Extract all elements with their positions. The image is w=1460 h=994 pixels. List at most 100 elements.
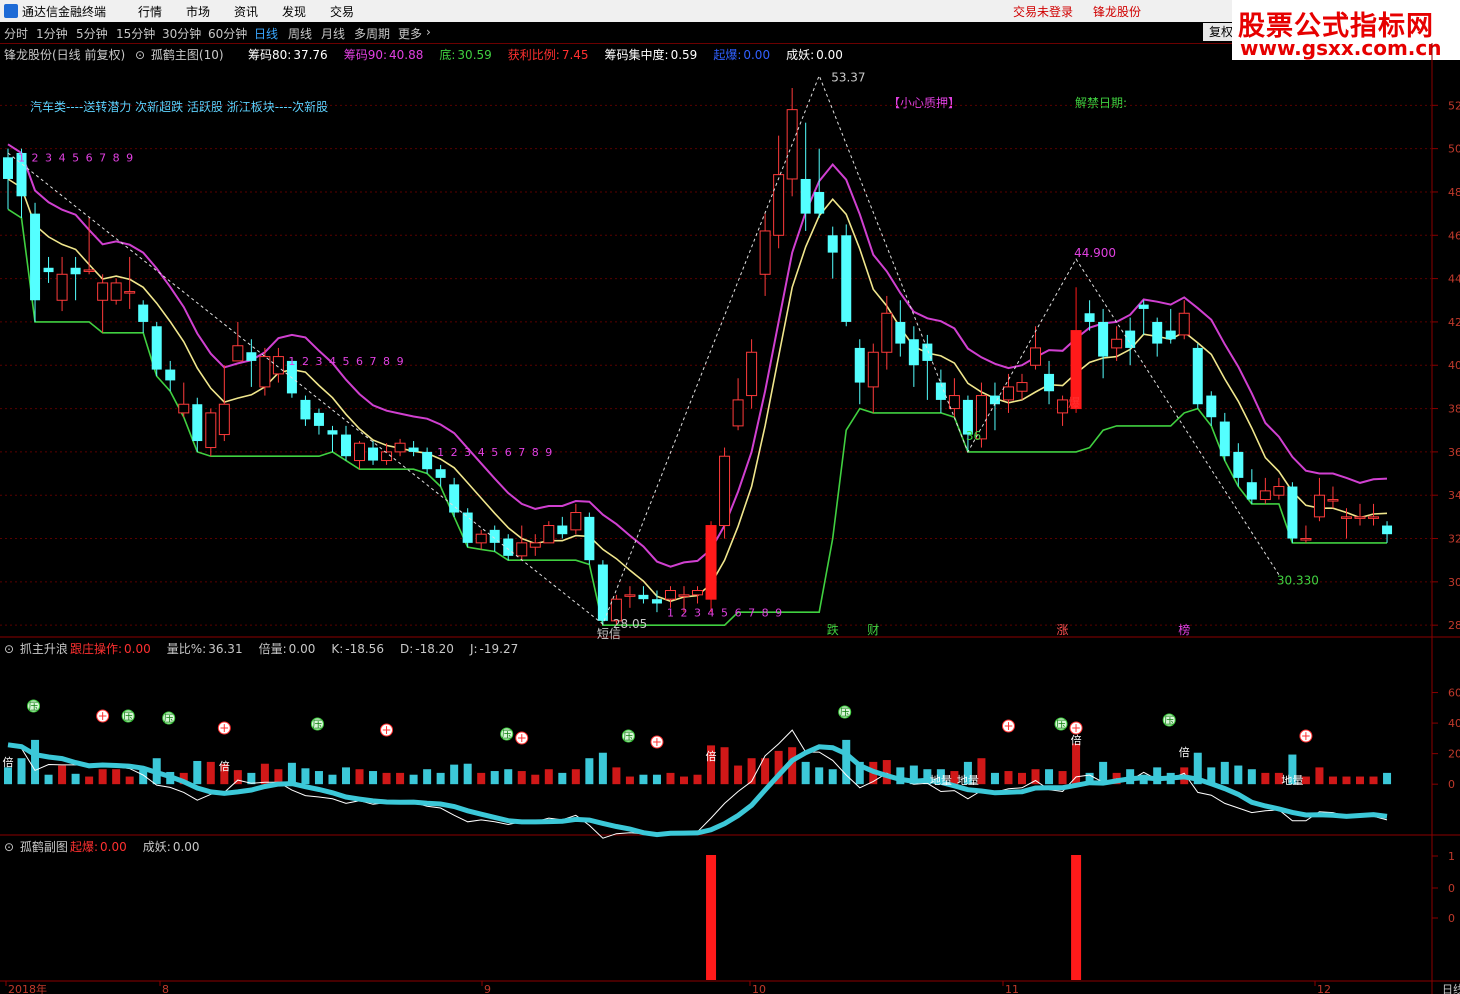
sub1-bar bbox=[1004, 771, 1013, 785]
count-label: 7 bbox=[370, 355, 377, 368]
candle-body bbox=[841, 235, 852, 322]
candle-body bbox=[678, 594, 690, 597]
candle-body bbox=[1287, 486, 1298, 539]
count-label: 2 bbox=[32, 152, 39, 165]
count-label: 9 bbox=[397, 355, 404, 368]
sub1-bar bbox=[1072, 743, 1081, 785]
sub1-bar bbox=[382, 772, 391, 785]
y-tick-label: 38 bbox=[1448, 403, 1460, 416]
sub1-bar bbox=[125, 776, 134, 785]
double-label: 倍 bbox=[1071, 733, 1082, 747]
sub1-bar bbox=[342, 767, 350, 785]
candle-body bbox=[192, 404, 203, 442]
candle-body bbox=[327, 430, 338, 435]
candle-body bbox=[503, 538, 514, 556]
candle-body bbox=[867, 351, 879, 388]
count-label: 9 bbox=[545, 446, 552, 459]
candle-body bbox=[1057, 399, 1069, 414]
sub1-bar bbox=[396, 772, 405, 785]
upper-band-line bbox=[7, 143, 1388, 568]
candle-body bbox=[394, 442, 406, 453]
sub1-bar bbox=[450, 764, 459, 785]
press-label: 压 bbox=[164, 713, 174, 725]
count-label: 9 bbox=[126, 152, 133, 165]
candle-body bbox=[1327, 499, 1339, 502]
sub1-bar bbox=[828, 769, 837, 785]
press-label: 压 bbox=[1164, 715, 1174, 727]
count-label: 8 bbox=[762, 607, 769, 620]
event-label: 涨 bbox=[1057, 622, 1069, 637]
sub1-bar bbox=[1369, 776, 1378, 785]
x-tick-label: 11 bbox=[1005, 983, 1019, 994]
sub1-bar bbox=[571, 769, 580, 785]
sub1-bar bbox=[436, 772, 445, 785]
candle-body bbox=[1152, 321, 1163, 344]
candle-body bbox=[814, 191, 825, 214]
candle-body bbox=[1273, 486, 1285, 496]
candle-body bbox=[124, 291, 136, 294]
candle-body bbox=[165, 369, 176, 381]
count-label: 1 bbox=[437, 446, 444, 459]
candle-body bbox=[272, 356, 284, 375]
candle-body bbox=[1340, 516, 1352, 519]
peak-mid-label: 44.900 bbox=[1074, 246, 1116, 260]
ground-label: 地量 bbox=[957, 774, 979, 787]
candle-body bbox=[462, 512, 473, 543]
sub1-bar bbox=[17, 758, 26, 785]
candle-body bbox=[651, 599, 662, 604]
candle-body bbox=[827, 235, 838, 253]
press-label: 压 bbox=[623, 731, 633, 743]
candle-body bbox=[1098, 321, 1109, 357]
x-tick-label: 8 bbox=[162, 983, 169, 994]
candle-body bbox=[948, 395, 960, 410]
candle-body bbox=[97, 282, 109, 301]
press-label: 压 bbox=[1056, 719, 1066, 731]
count-label: 9 bbox=[775, 607, 782, 620]
count-label: 1 bbox=[18, 152, 25, 165]
candle-body bbox=[638, 594, 649, 600]
candle-body bbox=[300, 399, 311, 420]
candle-body bbox=[529, 542, 541, 548]
sub1-bar bbox=[1058, 771, 1067, 785]
candle-body bbox=[475, 533, 487, 544]
ground-label: 地量 bbox=[1281, 774, 1303, 787]
sub1-bar bbox=[558, 772, 567, 785]
candle-body bbox=[1354, 516, 1366, 519]
candle-body bbox=[354, 442, 366, 462]
candle-body bbox=[1233, 451, 1244, 478]
y-tick-label: 46 bbox=[1448, 229, 1460, 242]
count-label: 2 bbox=[451, 446, 458, 459]
press-label: 压 bbox=[29, 701, 39, 713]
count-label: 4 bbox=[59, 152, 66, 165]
sub1-bar bbox=[504, 769, 513, 785]
candle-body bbox=[43, 267, 54, 273]
sub1-bar bbox=[355, 769, 364, 785]
plus-glyph: + bbox=[219, 721, 229, 735]
sub1-bar bbox=[287, 762, 296, 785]
double-label: 倍 bbox=[706, 749, 717, 763]
candle-body bbox=[570, 512, 582, 531]
candle-body bbox=[719, 455, 731, 527]
x-tick-label: 9 bbox=[484, 983, 491, 994]
sub1-bar bbox=[260, 763, 269, 785]
sub1-bar bbox=[801, 761, 810, 785]
candle-body bbox=[746, 351, 758, 397]
kline-chart[interactable]: 2830323436384042444648505253.3744.90028.… bbox=[0, 0, 1460, 994]
x-tick-label: 12 bbox=[1317, 983, 1331, 994]
y-tick-label: 48 bbox=[1448, 186, 1460, 199]
candle-body bbox=[341, 434, 351, 457]
count-label: 5 bbox=[721, 607, 728, 620]
candle-body bbox=[205, 412, 217, 449]
sub1-bar bbox=[1234, 765, 1243, 785]
candle-body bbox=[435, 469, 446, 478]
candle-body bbox=[1178, 312, 1190, 336]
sub1-bar bbox=[31, 739, 40, 785]
candle-body bbox=[597, 564, 608, 621]
candle-body bbox=[895, 321, 906, 344]
sub1-y-label: 20 bbox=[1448, 748, 1460, 761]
count-label: 1 bbox=[667, 607, 674, 620]
low-a2-label: 短信 bbox=[597, 627, 621, 641]
plus-glyph: + bbox=[652, 735, 662, 749]
candle-body bbox=[138, 304, 149, 322]
candle-body bbox=[1368, 516, 1380, 519]
